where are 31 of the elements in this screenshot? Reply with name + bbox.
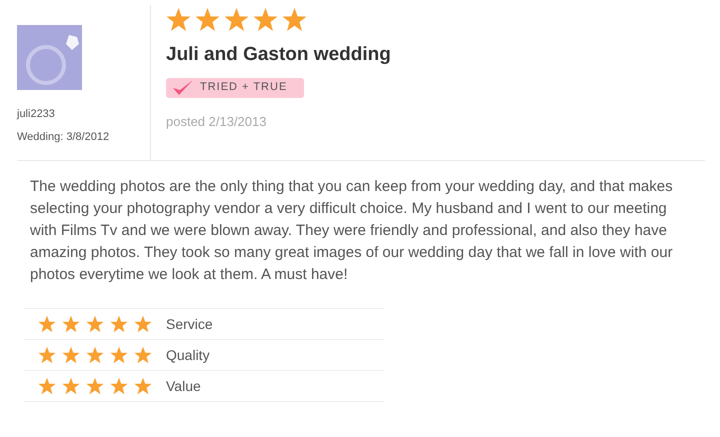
avatar-ring-icon: [17, 25, 82, 90]
star-icon: [224, 7, 249, 32]
star-icon: [86, 315, 104, 333]
star-icon: [134, 346, 152, 364]
star-icon: [62, 377, 80, 395]
star-icon: [134, 377, 152, 395]
rating-label: Value: [166, 376, 201, 396]
rating-label: Quality: [166, 346, 210, 365]
star-icon: [195, 7, 220, 32]
checkmark-icon: [172, 78, 194, 96]
star-icon: [134, 315, 152, 333]
star-icon: [62, 315, 80, 333]
star-icon: [38, 315, 56, 333]
wedding-date: Wedding: 3/8/2012: [17, 130, 110, 144]
review-title: Juli and Gaston wedding: [166, 43, 391, 67]
star-icon: [166, 7, 191, 32]
posted-date: posted 2/13/2013: [166, 112, 268, 131]
star-icon: [253, 7, 278, 32]
username: juli2233: [17, 107, 56, 122]
star-icon: [38, 346, 56, 364]
star-icon: [86, 377, 104, 395]
star-icon: [38, 377, 56, 395]
badge-label: TRIED + TRUE: [200, 80, 288, 96]
rating-label: Service: [166, 314, 213, 334]
star-icon: [110, 346, 128, 364]
star-icon: [110, 377, 128, 395]
star-icon: [86, 346, 104, 364]
star-icon: [282, 7, 307, 32]
star-icon: [110, 315, 128, 333]
star-icon: [62, 346, 80, 364]
review-text: The wedding photos are the only thing that you can keep from your wedding day, and that makes selecting your photography vendor a very difficult choice. My husband and I went to our meeting with Films Tv and we were blown away. They were friendly and professional, and also they have amazing photos. They took so many great images of our wedding day that we fall in love with our photos everytime we look at them. A must have!: [30, 177, 674, 285]
